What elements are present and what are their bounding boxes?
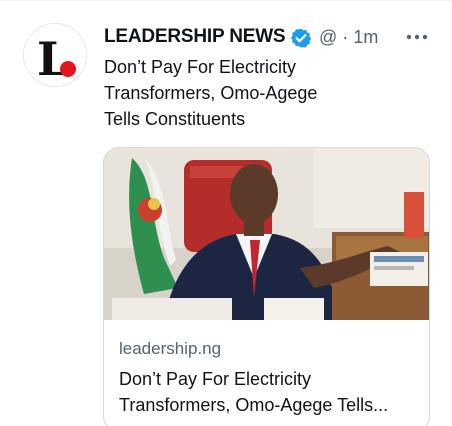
tweet-header: LEADERSHIP NEWS @ · 1m [104, 25, 444, 49]
separator-dot: · [342, 27, 349, 47]
card-domain[interactable]: leadership.ng [119, 338, 221, 360]
timestamp[interactable]: 1m [353, 27, 378, 47]
leadership-logo-icon: L [24, 24, 86, 86]
card-title[interactable]: Don’t Pay For Electricity Transformers, … [119, 366, 419, 418]
more-options-icon[interactable] [403, 25, 433, 49]
tweet-text-line: Don’t Pay For Electricity [104, 57, 297, 77]
handle[interactable]: @ [319, 27, 337, 47]
display-name[interactable]: LEADERSHIP NEWS [104, 25, 286, 49]
card-title-line: Transformers, Omo-Agege Tells... [119, 395, 389, 415]
card-title-line: Don’t Pay For Electricity [119, 369, 312, 389]
tweet[interactable]: L LEADERSHIP NEWS @ · 1m Don’t Pay For E… [0, 0, 452, 426]
avatar[interactable]: L [23, 23, 87, 87]
link-card[interactable]: leadership.ng Don’t Pay For Electricity … [103, 147, 430, 426]
avatar-letter: L [37, 32, 69, 86]
news-photo-image [104, 148, 429, 320]
news-photo-image[interactable] [104, 148, 429, 320]
tweet-text-line: Transformers, Omo-Agege [104, 83, 318, 103]
tweet-text-line: Tells Constituents [104, 109, 246, 129]
verified-badge-icon [290, 27, 312, 49]
handle-and-time: @ · 1m [319, 25, 378, 49]
tweet-text: Don’t Pay For Electricity Transformers, … [104, 54, 434, 132]
